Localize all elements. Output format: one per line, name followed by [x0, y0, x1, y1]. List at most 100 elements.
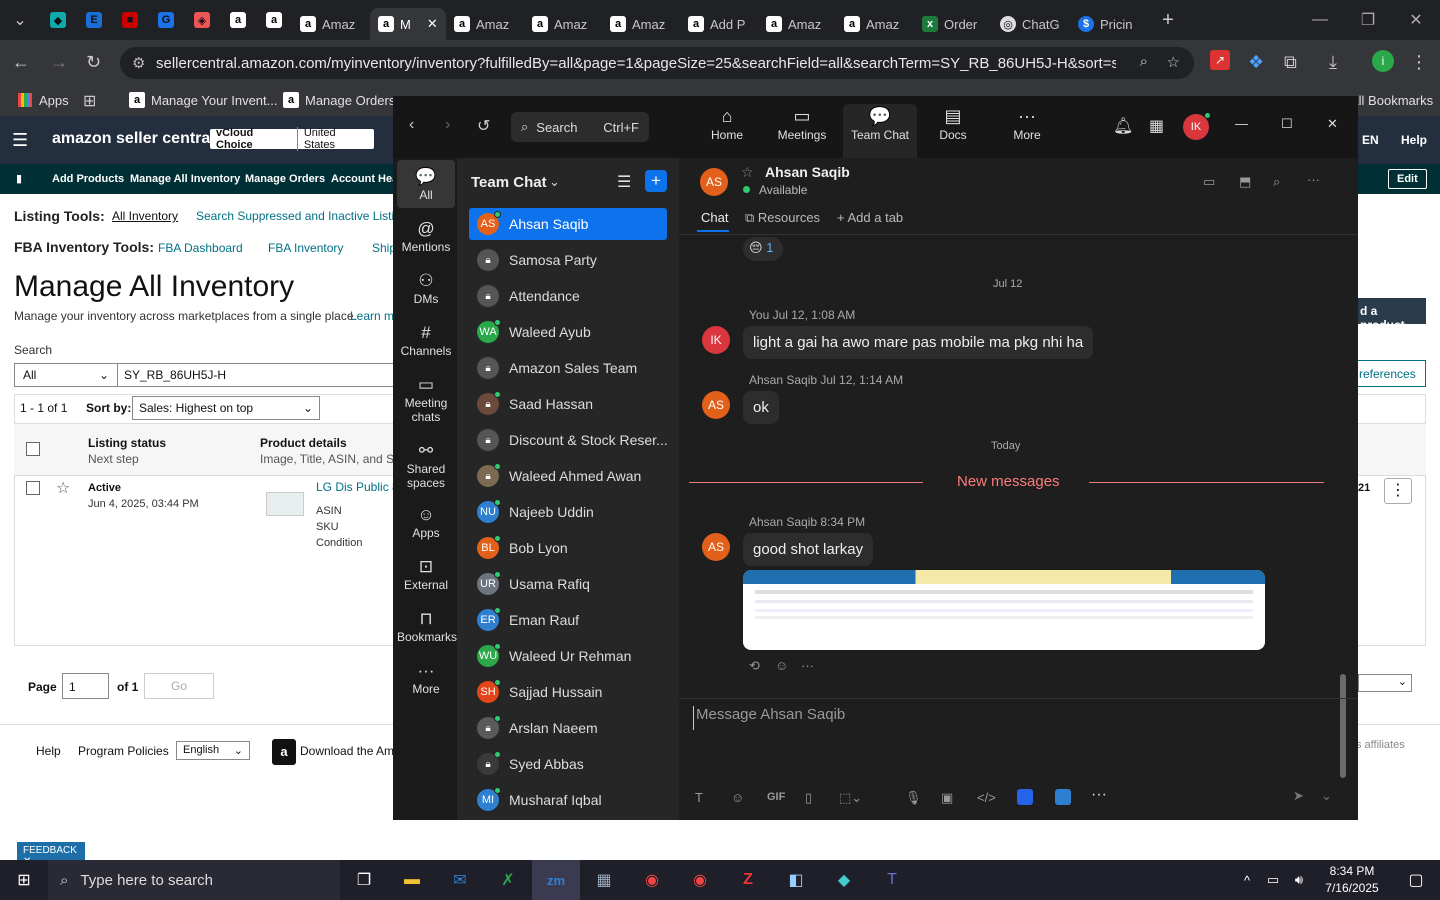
app-icon[interactable]: [1017, 789, 1033, 805]
file-explorer-icon[interactable]: ▬: [388, 860, 436, 900]
all-inventory-link[interactable]: All Inventory: [112, 209, 178, 223]
footer-policies-link[interactable]: Program Policies: [78, 744, 169, 758]
minimize-icon[interactable]: —: [1235, 116, 1248, 131]
maximize-icon[interactable]: ☐: [1281, 116, 1293, 132]
pinned-tab-icon[interactable]: ◆: [50, 12, 66, 28]
share-screen-icon[interactable]: ⬒: [1239, 174, 1251, 190]
close-icon[interactable]: ✕: [1327, 116, 1338, 132]
chevron-down-icon[interactable]: ⌄: [549, 174, 560, 190]
rail-mentions[interactable]: @ Mentions: [397, 218, 455, 254]
suppressed-listings-link[interactable]: Search Suppressed and Inactive Listing: [196, 209, 407, 223]
product-thumbnail[interactable]: [266, 492, 304, 516]
contact-item[interactable]: 🔒︎ Syed Abbas: [469, 748, 667, 780]
star-icon[interactable]: ☆: [1167, 53, 1180, 71]
tab-add[interactable]: + Add a tab: [837, 210, 903, 225]
extensions-puzzle-icon[interactable]: ⧉: [1284, 52, 1297, 73]
star-icon[interactable]: ☆: [56, 478, 70, 498]
amazon-logo[interactable]: amazon seller central: [52, 130, 215, 148]
user-avatar[interactable]: IK: [1183, 112, 1211, 140]
fba-dashboard-link[interactable]: FBA Dashboard: [158, 241, 243, 255]
contact-item[interactable]: UR Usama Rafiq: [469, 568, 667, 600]
contact-item[interactable]: 🔒︎ Samosa Party: [469, 244, 667, 276]
nav-add-products[interactable]: Add Products: [52, 173, 124, 185]
chat-name[interactable]: Ahsan Saqib: [765, 164, 850, 180]
volume-icon[interactable]: 🔊︎: [1286, 860, 1312, 900]
select-all-checkbox[interactable]: [26, 442, 40, 456]
contact-item[interactable]: 🔒︎ Waleed Ahmed Awan: [469, 460, 667, 492]
extension-icon[interactable]: ↗: [1210, 50, 1230, 70]
outlook-icon[interactable]: ✉: [436, 860, 484, 900]
reload-icon[interactable]: ↻: [86, 52, 101, 73]
rail-dms[interactable]: ⚇ DMs: [397, 270, 455, 306]
contact-item[interactable]: 🔒︎ Attendance: [469, 280, 667, 312]
code-icon[interactable]: </>: [977, 790, 996, 805]
row-checkbox[interactable]: [26, 481, 40, 495]
tray-chevron-icon[interactable]: ^: [1234, 860, 1260, 900]
browser-tab[interactable]: a Amaz: [836, 8, 914, 40]
chrome-profile-icon[interactable]: ◉: [676, 860, 724, 900]
bookmark-icon[interactable]: ▮: [16, 172, 22, 185]
browser-tab[interactable]: x Order: [914, 8, 992, 40]
help-link[interactable]: Help: [1401, 133, 1427, 147]
contact-item[interactable]: WU Waleed Ur Rehman: [469, 640, 667, 672]
gif-icon[interactable]: GIF: [767, 791, 785, 803]
close-icon[interactable]: ✕: [1392, 0, 1440, 40]
contact-item[interactable]: WA Waleed Ayub: [469, 316, 667, 348]
list-title[interactable]: Team Chat: [471, 174, 547, 191]
filezilla-icon[interactable]: Z: [724, 860, 772, 900]
format-text-icon[interactable]: T: [695, 790, 703, 805]
nav-home[interactable]: ⌂ Home: [690, 104, 764, 154]
forward-icon[interactable]: →: [50, 52, 68, 73]
product-title-link[interactable]: LG Dis Public 8: [316, 480, 399, 494]
windows-start-icon[interactable]: ⊞: [0, 860, 48, 900]
video-clip-icon[interactable]: ▣: [941, 790, 953, 806]
video-call-icon[interactable]: ▭: [1203, 174, 1215, 190]
chat-avatar[interactable]: AS: [700, 168, 728, 196]
extension-icon[interactable]: ❖: [1248, 52, 1264, 73]
search-input[interactable]: SY_RB_86UH5J-H: [118, 363, 394, 387]
amazon-tab-icon[interactable]: a: [230, 12, 246, 28]
browser-tab[interactable]: a Amaz: [758, 8, 836, 40]
tab-chat[interactable]: Chat: [701, 210, 728, 225]
sort-select[interactable]: Sales: Highest on top ⌄: [132, 396, 320, 420]
app-icon[interactable]: [1055, 789, 1071, 805]
taskbar-search[interactable]: ⌕ Type here to search: [48, 860, 340, 900]
page-input[interactable]: 1: [62, 673, 109, 699]
pinned-tab-icon[interactable]: ■: [122, 12, 138, 28]
emoji-icon[interactable]: ☺: [731, 790, 744, 805]
pinned-tab-icon[interactable]: ◈: [194, 12, 210, 28]
task-view-icon[interactable]: ❐: [340, 860, 388, 900]
forward-icon[interactable]: ›: [445, 116, 450, 134]
col-listing-status[interactable]: Listing status: [88, 436, 166, 450]
all-bookmarks[interactable]: All Bookmarks: [1350, 93, 1433, 108]
rail-shared-spaces[interactable]: ⚯ Shared spaces: [397, 440, 455, 490]
contact-item[interactable]: BL Bob Lyon: [469, 532, 667, 564]
contact-item[interactable]: 🔒︎ Discount & Stock Reser...: [469, 424, 668, 456]
history-icon[interactable]: ↺: [477, 116, 490, 136]
more-icon[interactable]: ···: [801, 658, 814, 673]
download-app-link[interactable]: Download the Ama: [300, 744, 401, 758]
teams-icon[interactable]: T: [868, 860, 916, 900]
menu-icon[interactable]: ⋮: [1410, 52, 1428, 73]
new-chat-icon[interactable]: +: [645, 170, 667, 192]
message-bubble[interactable]: ok: [743, 391, 779, 424]
account-switcher[interactable]: vCloud Choice United States: [210, 127, 374, 151]
excel-icon[interactable]: ✗: [484, 860, 532, 900]
browser-tab[interactable]: $ Pricin: [1070, 8, 1150, 40]
app-icon[interactable]: ◧: [772, 860, 820, 900]
rail-apps[interactable]: ☺ Apps: [397, 504, 455, 540]
col-product-details[interactable]: Product details: [260, 436, 347, 450]
browser-tab[interactable]: a Amaz: [292, 8, 370, 40]
notifications-icon[interactable]: ▢: [1392, 860, 1440, 900]
tab-search-icon[interactable]: ⌄: [0, 0, 40, 40]
contact-item[interactable]: 🔒︎ Arslan Naeem: [469, 712, 667, 744]
browser-tab-active[interactable]: a M ✕: [370, 8, 446, 40]
contact-item[interactable]: ER Eman Rauf: [469, 604, 667, 636]
file-icon[interactable]: ▯: [805, 790, 812, 806]
reaction-chip[interactable]: 😔 1: [743, 237, 783, 261]
add-product-button[interactable]: d a product: [1356, 298, 1426, 332]
contact-item[interactable]: AS Ahsan Saqib: [469, 208, 667, 240]
nav-docs[interactable]: ▤ Docs: [916, 104, 990, 154]
search-icon[interactable]: ⌕: [1140, 53, 1148, 70]
contact-item[interactable]: NU Najeeb Uddin: [469, 496, 667, 528]
